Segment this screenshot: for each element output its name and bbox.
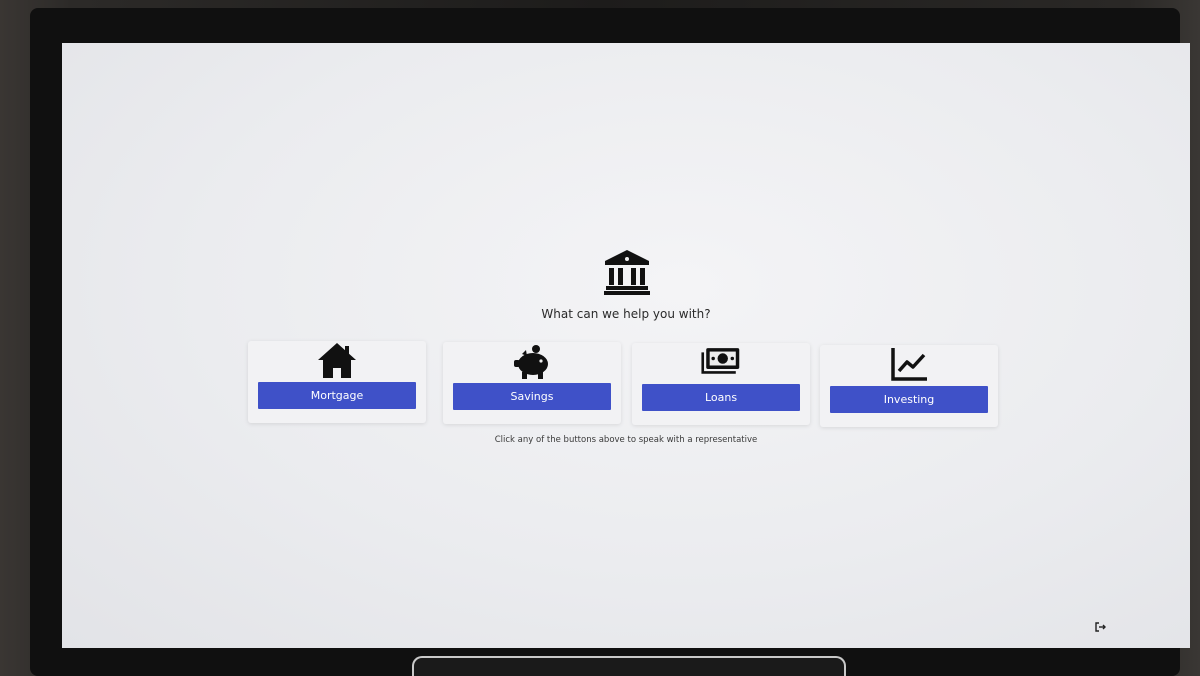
mortgage-button[interactable]: Mortgage	[258, 382, 416, 409]
service-card-savings: Savings	[443, 342, 621, 424]
monitor-stand	[412, 656, 846, 676]
service-card-mortgage: Mortgage	[248, 341, 426, 423]
hint-text: Click any of the buttons above to speak …	[494, 435, 758, 445]
kiosk-screen: What can we help you with? Mortgage Savi…	[62, 43, 1190, 648]
house-icon	[318, 343, 356, 378]
piggy-bank-icon	[514, 345, 548, 379]
savings-button[interactable]: Savings	[453, 383, 611, 410]
money-bill-icon	[701, 348, 740, 374]
page-prompt: What can we help you with?	[541, 307, 711, 321]
investing-button[interactable]: Investing	[830, 386, 988, 413]
logout-icon[interactable]	[1094, 621, 1106, 633]
service-card-investing: Investing	[820, 345, 998, 427]
service-card-loans: Loans	[632, 343, 810, 425]
bank-icon	[604, 250, 650, 295]
chart-line-icon	[891, 348, 927, 381]
loans-button[interactable]: Loans	[642, 384, 800, 411]
